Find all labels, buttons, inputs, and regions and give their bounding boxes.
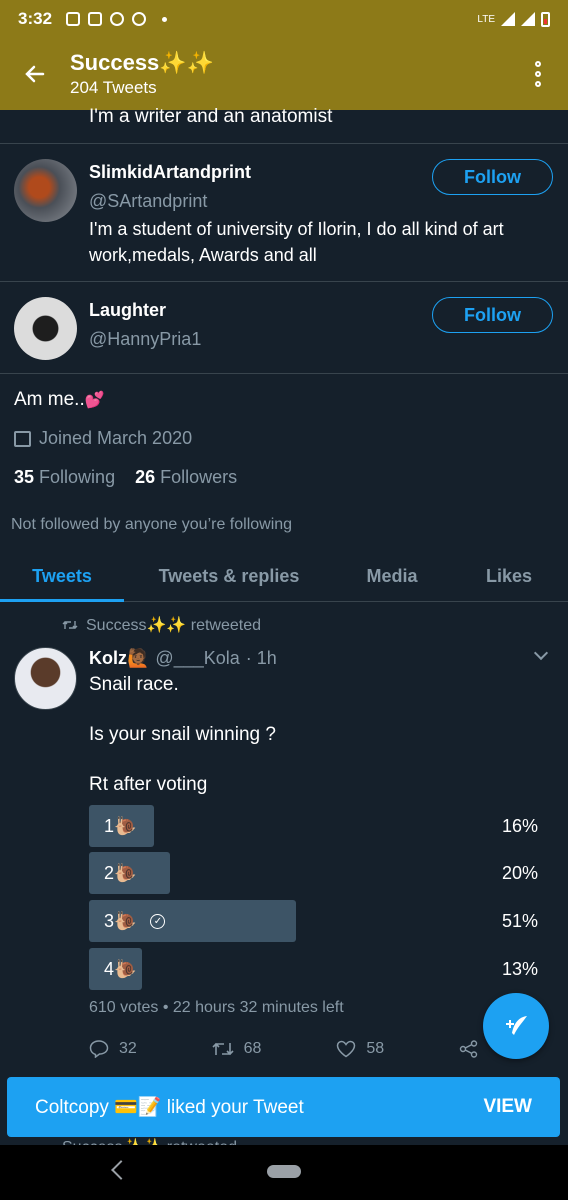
poll-option-label: 2🐌: [104, 863, 137, 883]
news-icon: [88, 12, 103, 26]
author-name[interactable]: Kolz🙋🏾: [89, 648, 149, 669]
user-bio: I'm a student of university of Ilorin, I…: [89, 219, 504, 265]
poll-option-label: 4🐌: [104, 959, 137, 979]
suggestion-partial-bio: I'm a writer and an anatomist: [89, 106, 333, 127]
poll-option-percent: 51%: [501, 911, 538, 931]
image-icon: [66, 12, 81, 26]
avatar[interactable]: [14, 159, 77, 222]
profile-header: Success✨✨ 204 Tweets: [0, 38, 568, 110]
tab-media[interactable]: Media: [334, 552, 450, 601]
more-notifications-dot: [162, 16, 168, 22]
reply-count: 32: [119, 1040, 137, 1057]
calendar-icon: [14, 430, 31, 447]
heart-emoji: 💕: [84, 392, 105, 409]
feather-plus-icon: [506, 1016, 527, 1035]
tweet-count: 204 Tweets: [70, 78, 157, 97]
like-count: 58: [366, 1040, 385, 1057]
reply-button[interactable]: 32: [89, 1040, 137, 1058]
compose-tweet-button[interactable]: [483, 993, 549, 1059]
tab-tweets[interactable]: Tweets: [0, 552, 124, 602]
signal-icon-2: [521, 12, 535, 26]
follow-button[interactable]: Follow: [432, 297, 553, 333]
tweet-text-line: Snail race.: [89, 674, 179, 695]
user-handle: @HannyPria1: [89, 329, 202, 349]
user-handle: @SArtandprint: [89, 191, 208, 211]
next-tweet-retweet-context: Success✨✨ retweeted: [62, 1137, 237, 1145]
divider: [0, 143, 568, 144]
facebook-icon: [110, 12, 125, 26]
follow-button[interactable]: Follow: [432, 159, 553, 195]
joined-date: Joined March 2020: [14, 428, 192, 449]
heart-icon: [337, 1040, 356, 1058]
poll-option: 4🐌 13%: [89, 948, 541, 990]
page-title: Success✨✨: [70, 50, 215, 75]
tweet-menu-chevron-icon[interactable]: [533, 645, 549, 661]
author-handle: @___Kola: [155, 648, 240, 668]
poll-option: 3🐌 ✓ 51%: [89, 900, 541, 942]
poll-meta: 610 votes • 22 hours 32 minutes left: [89, 999, 344, 1016]
poll-option-label: 3🐌 ✓: [104, 911, 166, 932]
share-icon: [459, 1040, 478, 1058]
poll-option-percent: 13%: [501, 959, 538, 979]
retweet-icon: [212, 1042, 234, 1056]
divider: [0, 373, 568, 374]
more-options-icon[interactable]: [508, 61, 568, 87]
poll-option-percent: 20%: [501, 863, 538, 883]
profile-bio: Am me..💕: [14, 389, 105, 410]
poll-option: 1🐌 16%: [89, 805, 541, 847]
status-time: 3:32: [18, 9, 53, 28]
like-notification-toast[interactable]: Coltcopy 💳📝 liked your Tweet VIEW: [7, 1077, 560, 1137]
poll-option-percent: 16%: [501, 816, 538, 836]
poll-option: 2🐌 20%: [89, 852, 541, 894]
retweet-icon: [62, 621, 78, 629]
share-button[interactable]: [459, 1040, 479, 1058]
follow-counts: 35 Following 26 Followers: [14, 467, 237, 488]
tweet-text-line: Rt after voting: [89, 774, 208, 795]
user-name: SlimkidArtandprint: [89, 162, 252, 182]
toast-message: Coltcopy 💳📝 liked your Tweet: [35, 1097, 304, 1118]
tab-likes[interactable]: Likes: [450, 552, 568, 601]
signal-icon: [501, 12, 515, 26]
network-label: LTE: [477, 13, 495, 25]
tweet-author-avatar[interactable]: [14, 647, 77, 710]
tweet-time: · 1h: [245, 648, 277, 668]
tab-tweets-replies[interactable]: Tweets & replies: [124, 552, 334, 601]
like-button[interactable]: 58: [336, 1040, 384, 1058]
checkmark-icon: ✓: [150, 914, 166, 929]
poll-option-label: 1🐌: [104, 816, 137, 836]
followers-link[interactable]: 26 Followers: [135, 467, 237, 488]
following-link[interactable]: 35 Following: [14, 467, 115, 488]
tweet-author: Kolz🙋🏾 @___Kola · 1h: [89, 648, 277, 669]
avatar[interactable]: [14, 297, 77, 360]
tweet-actions: 32 68 58: [89, 1040, 479, 1058]
reply-icon: [89, 1040, 109, 1058]
retweet-context: Success✨✨ retweeted: [62, 615, 261, 635]
status-bar: 3:32 LTE: [0, 0, 568, 38]
back-arrow-icon[interactable]: [0, 62, 70, 86]
not-followed-note: Not followed by anyone you’re following: [11, 516, 293, 533]
toast-view-button[interactable]: VIEW: [483, 1096, 532, 1118]
retweet-button[interactable]: 68: [212, 1040, 262, 1058]
nav-home-pill[interactable]: [267, 1165, 301, 1178]
divider: [0, 281, 568, 282]
uc-browser-icon: [132, 12, 147, 26]
user-name: Laughter: [89, 300, 167, 320]
tweet-text-line: Is your snail winning ?: [89, 724, 276, 745]
retweet-count: 68: [243, 1040, 262, 1057]
battery-icon: [541, 11, 550, 27]
nav-back-icon[interactable]: [111, 1160, 131, 1180]
profile-tabs: Tweets Tweets & replies Media Likes: [0, 552, 568, 602]
system-nav-bar: [0, 1145, 568, 1200]
